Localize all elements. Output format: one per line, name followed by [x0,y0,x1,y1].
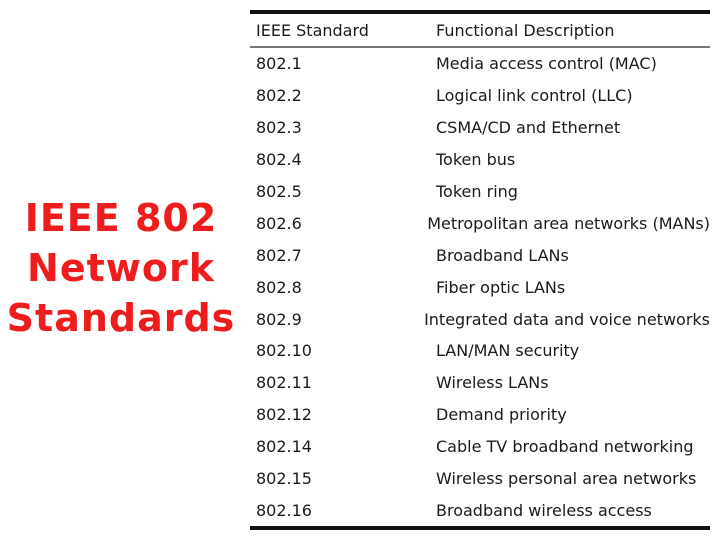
table-header-row: IEEE Standard Functional Description [250,14,710,46]
standard-cell: 802.6 [256,213,302,233]
table-row: 802.3 CSMA/CD and Ethernet [250,112,710,144]
table-bottom-rule [250,526,710,531]
table-row: 802.12 Demand priority [250,399,710,431]
standard-cell: 802.9 [256,309,302,329]
description-cell: Wireless LANs [436,373,549,393]
description-cell: Wireless personal area networks [436,469,697,489]
table-row: 802.15 Wireless personal area networks [250,463,710,495]
standard-cell: 802.4 [256,150,302,170]
description-cell: Logical link control (LLC) [436,86,633,106]
slide-title: IEEE 802 Network Standards [0,193,242,343]
standard-cell: 802.2 [256,86,302,106]
description-cell: Broadband wireless access [436,500,652,520]
table-row: 802.9 Integrated data and voice networks [250,303,710,335]
table-row: 802.6 Metropolitan area networks (MANs) [250,207,710,239]
description-cell: Token bus [436,150,516,170]
description-cell: Integrated data and voice networks [424,309,710,329]
table-row: 802.16 Broadband wireless access [250,494,710,526]
standard-cell: 802.10 [256,341,312,361]
description-cell: Media access control (MAC) [436,54,657,74]
standard-cell: 802.12 [256,405,312,425]
table-body: 802.1 Media access control (MAC) 802.2 Logi… [250,48,710,526]
standard-cell: 802.1 [256,54,302,74]
table-row: 802.5 Token ring [250,176,710,208]
slide-title-line: IEEE 802 [24,196,218,240]
table-row: 802.4 Token bus [250,144,710,176]
description-cell: Fiber optic LANs [436,277,566,297]
table-row: 802.8 Fiber optic LANs [250,271,710,303]
slide-title-line: Network [27,246,215,290]
header-standard: IEEE Standard [256,20,369,40]
table-row: 802.14 Cable TV broadband networking [250,431,710,463]
header-description: Functional Description [436,20,615,40]
table-row: 802.2 Logical link control (LLC) [250,80,710,112]
slide-title-line: Standards [6,296,236,340]
standard-cell: 802.3 [256,118,302,138]
standard-cell: 802.8 [256,277,302,297]
description-cell: Cable TV broadband networking [436,437,694,457]
description-cell: CSMA/CD and Ethernet [436,118,621,138]
standards-table: IEEE Standard Functional Description 802… [250,10,710,531]
table-row: 802.7 Broadband LANs [250,239,710,271]
table-row: 802.10 LAN/MAN security [250,335,710,367]
standard-cell: 802.11 [256,373,312,393]
description-cell: Token ring [436,182,518,201]
standard-cell: 802.14 [256,437,312,457]
description-cell: Broadband LANs [436,245,569,265]
standard-cell: 802.15 [256,469,312,489]
table-row: 802.1 Media access control (MAC) [250,48,710,80]
standard-cell: 802.16 [256,500,312,520]
standard-cell: 802.7 [256,245,302,265]
description-cell: Demand priority [436,405,567,425]
description-cell: Metropolitan area networks (MANs) [427,213,710,233]
standard-cell: 802.5 [256,182,302,201]
description-cell: LAN/MAN security [436,341,580,361]
table-row: 802.11 Wireless LANs [250,367,710,399]
